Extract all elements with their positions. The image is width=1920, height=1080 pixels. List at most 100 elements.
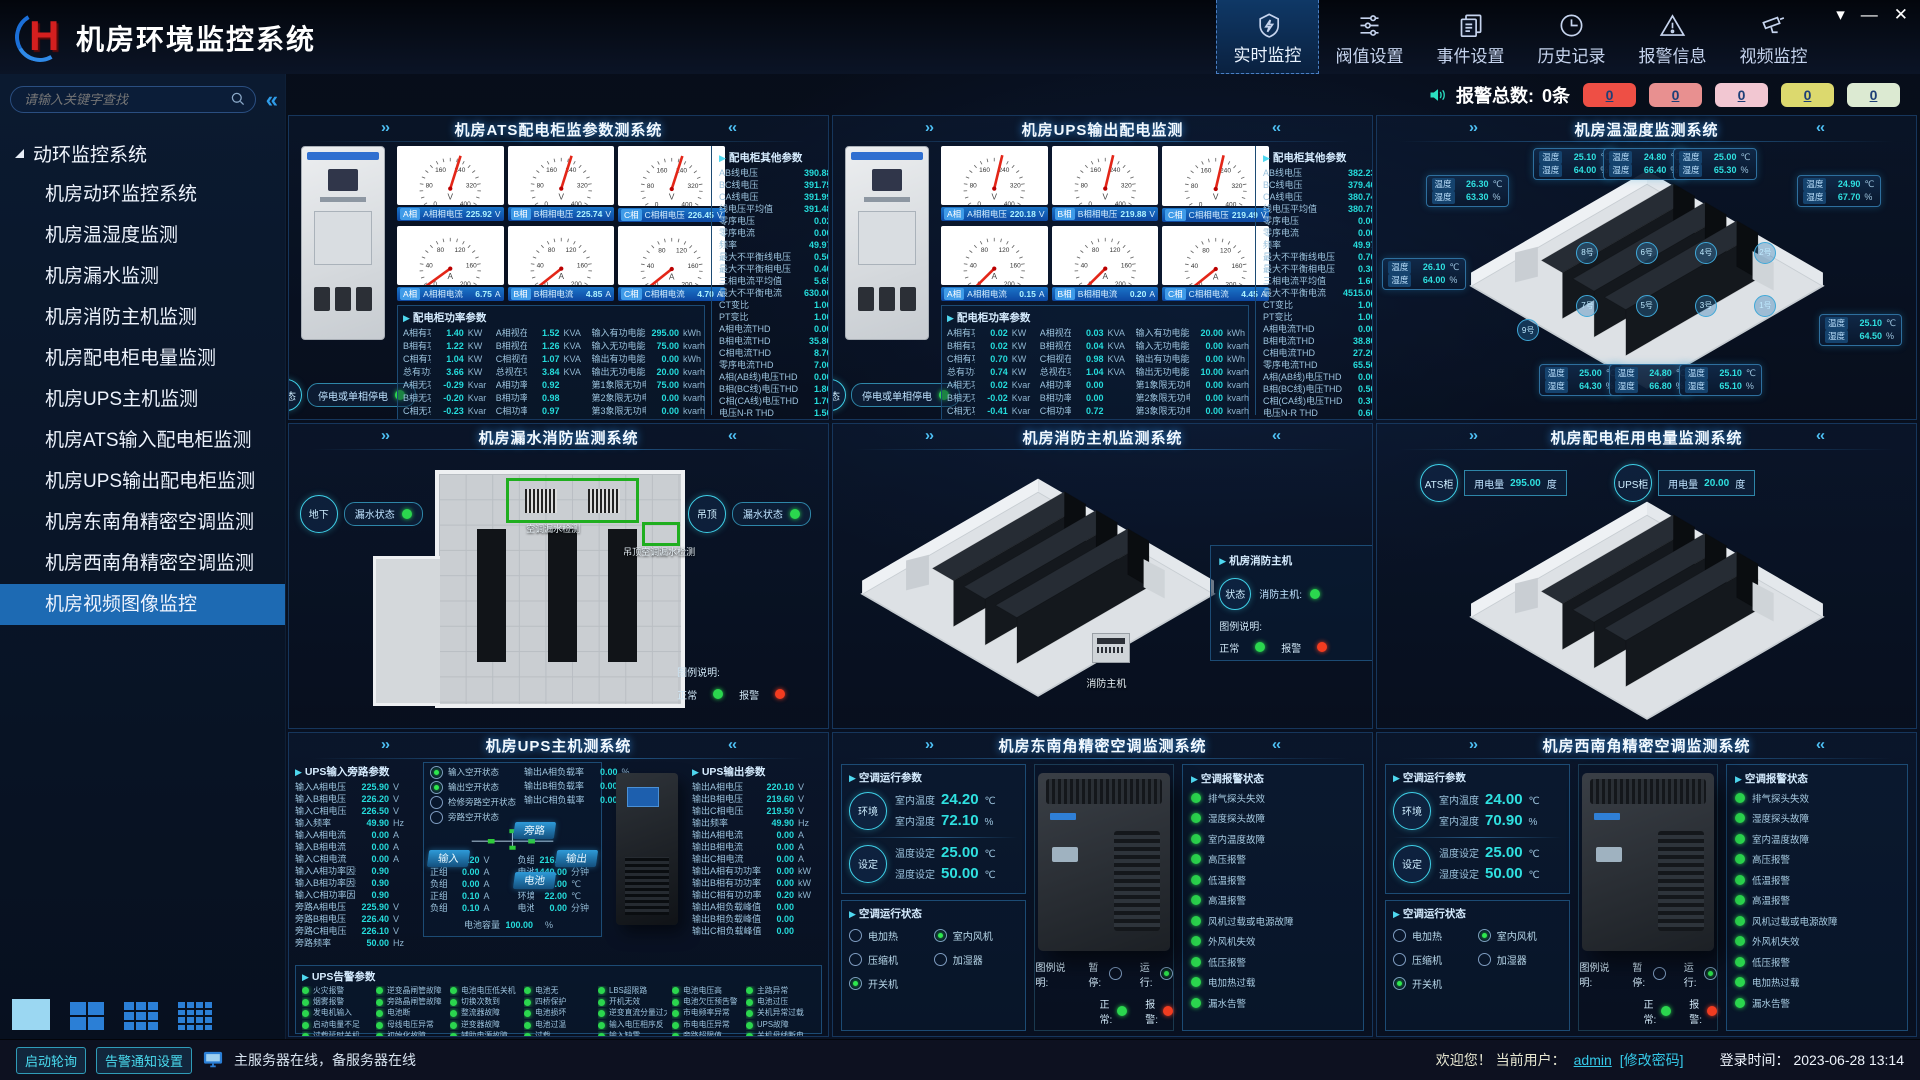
panel-collapse-left-icon[interactable]: ›› bbox=[1469, 736, 1477, 753]
speaker-icon bbox=[1428, 85, 1448, 105]
alarm-badge-3[interactable]: 0 bbox=[1715, 83, 1768, 107]
svg-text:A: A bbox=[992, 272, 998, 281]
sidebar-item-11[interactable]: 机房视频图像监控 bbox=[0, 584, 285, 625]
sidebar-item-10[interactable]: 机房西南角精密空调监测 bbox=[0, 543, 285, 584]
param-value: 0.98 bbox=[1071, 353, 1104, 365]
nav-tab-6[interactable]: 视频监控 bbox=[1723, 0, 1824, 74]
humidity-value: 64.30 bbox=[1572, 380, 1602, 393]
panel-collapse-right-icon[interactable]: ‹‹ bbox=[728, 119, 736, 136]
layout-9-icon[interactable] bbox=[124, 1002, 158, 1030]
alarm-badge-4[interactable]: 0 bbox=[1781, 83, 1834, 107]
sidebar-item-1[interactable]: 机房动环监控系统 bbox=[0, 174, 285, 215]
gauge-dial: 04080120160200A bbox=[1162, 226, 1269, 286]
panel-collapse-right-icon[interactable]: ‹‹ bbox=[1816, 119, 1824, 136]
nav-tab-2[interactable]: 阀值设置 bbox=[1319, 0, 1420, 74]
gauge-block: 04080120160200AA相A相相电流6.75A bbox=[397, 226, 504, 302]
param-unit: ℃ bbox=[1529, 845, 1540, 864]
ups-alarm-label: 烟雾报警 bbox=[313, 997, 344, 1007]
param-label: C相无功功率 bbox=[947, 405, 975, 417]
panel-body: ▶ UPS输入旁路参数输入A相电压225.90V输入B相电压226.20V输入C… bbox=[289, 759, 828, 1036]
param-value: 226.40 bbox=[356, 913, 389, 925]
window-minimize-icon[interactable]: — bbox=[1861, 5, 1878, 25]
param-label: B相视在功率 bbox=[496, 340, 527, 352]
param-row: 总功率因数0.70 bbox=[1040, 418, 1132, 419]
sidebar-item-5[interactable]: 机房配电柜电量监测 bbox=[0, 338, 285, 379]
current-user-link[interactable]: admin bbox=[1574, 1052, 1612, 1068]
sidebar-item-7[interactable]: 机房ATS输入配电柜监测 bbox=[0, 420, 285, 461]
ups-alarm-item: 电池断 bbox=[376, 1008, 445, 1018]
legend-alarm: 报警: bbox=[1145, 996, 1158, 1026]
section-title: ▶ 配电柜功率参数 bbox=[947, 310, 1243, 325]
sidebar-item-6[interactable]: 机房UPS主机监测 bbox=[0, 379, 285, 420]
status-dot bbox=[376, 1010, 383, 1017]
window-menu-icon[interactable]: ▾ bbox=[1836, 5, 1845, 25]
alarm-badge-1[interactable]: 0 bbox=[1583, 83, 1636, 107]
panel-collapse-right-icon[interactable]: ‹‹ bbox=[1272, 427, 1280, 444]
panel-collapse-left-icon[interactable]: ›› bbox=[925, 736, 933, 753]
tree-root[interactable]: 动环监控系统 bbox=[0, 133, 285, 174]
param-label: 总有功功率 bbox=[403, 366, 431, 378]
legend-label: 图例说明: bbox=[1579, 959, 1614, 989]
panel-collapse-right-icon[interactable]: ‹‹ bbox=[1272, 736, 1280, 753]
param-label: AB线电压 bbox=[719, 167, 799, 179]
panel-collapse-left-icon[interactable]: ›› bbox=[381, 427, 389, 444]
param-unit: kvarh bbox=[683, 392, 707, 404]
ups-alarm-item: 电池电压低关机 bbox=[450, 986, 519, 996]
param-label: 环境温度 bbox=[518, 890, 535, 902]
layout-cell bbox=[178, 1002, 185, 1007]
panel-collapse-left-icon[interactable]: ›› bbox=[1469, 427, 1477, 444]
nav-tab-4[interactable]: 历史记录 bbox=[1521, 0, 1622, 74]
panel-collapse-right-icon[interactable]: ‹‹ bbox=[1272, 119, 1280, 136]
panel-collapse-right-icon[interactable]: ‹‹ bbox=[1816, 427, 1824, 444]
temp-value: 26.10 bbox=[1415, 261, 1445, 274]
sidebar-item-2[interactable]: 机房温湿度监测 bbox=[0, 215, 285, 256]
panel-collapse-left-icon[interactable]: ›› bbox=[381, 736, 389, 753]
alarm-notify-settings-button[interactable]: 告警通知设置 bbox=[96, 1047, 192, 1074]
panel-collapse-left-icon[interactable]: ›› bbox=[1469, 119, 1477, 136]
param-label: 零序电压 bbox=[1263, 215, 1343, 227]
layout-4-icon[interactable] bbox=[70, 1002, 104, 1030]
start-polling-button[interactable]: 启动轮询 bbox=[16, 1047, 86, 1074]
legend-normal: 正常 bbox=[1219, 640, 1239, 655]
sidebar-item-4[interactable]: 机房消防主机监测 bbox=[0, 297, 285, 338]
alarm-badge-2[interactable]: 0 bbox=[1649, 83, 1702, 107]
param-unit: V bbox=[393, 925, 417, 937]
svg-text:200: 200 bbox=[1004, 281, 1015, 285]
change-password-link[interactable]: [修改密码] bbox=[1620, 1050, 1684, 1070]
param-value: 1.00 bbox=[799, 299, 829, 311]
panel-collapse-left-icon[interactable]: ›› bbox=[381, 119, 389, 136]
param-row: PT变比1.00 bbox=[719, 311, 828, 323]
sidebar-item-3[interactable]: 机房漏水监测 bbox=[0, 256, 285, 297]
panel-collapse-right-icon[interactable]: ‹‹ bbox=[728, 427, 736, 444]
sidebar-item-9[interactable]: 机房东南角精密空调监测 bbox=[0, 502, 285, 543]
sidebar-collapse-icon[interactable]: « bbox=[266, 87, 275, 113]
window-close-icon[interactable]: ✕ bbox=[1894, 5, 1908, 25]
status-text: 停电或单相停电 bbox=[862, 388, 932, 403]
energy-value: 295.00 bbox=[1510, 478, 1541, 489]
panel-collapse-right-icon[interactable]: ‹‹ bbox=[728, 736, 736, 753]
ups-alarm-label: 过载延时关机 bbox=[313, 1031, 360, 1036]
layout-1-icon[interactable] bbox=[12, 999, 50, 1030]
param-row: 第2象限无功电能0.00kvarh bbox=[592, 392, 707, 404]
aircon-alarm-list: ▶ 空调报警状态排气探头失效湿度探头故障室内温度故障高压报警低温报警高温报警风机… bbox=[1182, 764, 1364, 1031]
param-unit: ℃ bbox=[985, 792, 996, 811]
panel-collapse-left-icon[interactable]: ›› bbox=[925, 427, 933, 444]
node-battery: 电池 bbox=[513, 872, 556, 889]
panel-collapse-right-icon[interactable]: ‹‹ bbox=[1816, 736, 1824, 753]
search-icon[interactable] bbox=[230, 91, 246, 107]
sidebar-item-8[interactable]: 机房UPS输出配电柜监测 bbox=[0, 461, 285, 502]
search-input[interactable] bbox=[10, 86, 256, 113]
ups-alarm-label: 初始化故障 bbox=[387, 1031, 426, 1036]
humidity-label: 湿度 bbox=[1545, 380, 1568, 393]
status-radio bbox=[1160, 967, 1173, 980]
aircon-param: 湿度设定50.00℃ bbox=[1439, 864, 1562, 885]
nav-tab-5[interactable]: 报警信息 bbox=[1622, 0, 1723, 74]
panel-collapse-left-icon[interactable]: ›› bbox=[925, 119, 933, 136]
aircon-run-params: ▶ 空调运行参数环境室内温度24.00℃室内湿度70.90%设定温度设定25.0… bbox=[1385, 764, 1570, 894]
nav-tab-3[interactable]: 事件设置 bbox=[1420, 0, 1521, 74]
nav-tab-1[interactable]: 实时监控 bbox=[1216, 0, 1319, 74]
svg-text:40: 40 bbox=[426, 262, 434, 269]
layout-16-icon[interactable] bbox=[178, 1002, 212, 1030]
alarm-badge-5[interactable]: 0 bbox=[1847, 83, 1900, 107]
svg-text:80: 80 bbox=[536, 183, 544, 190]
